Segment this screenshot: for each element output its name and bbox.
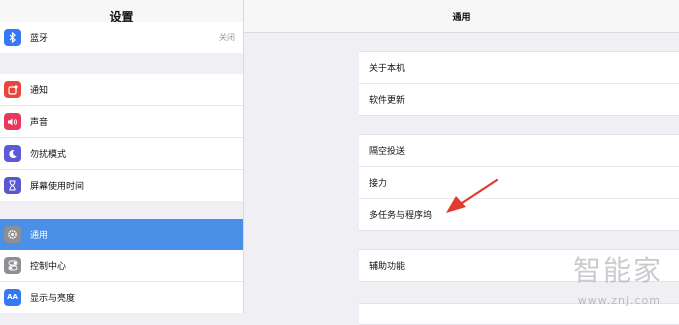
watermark-url: www.znj.com [577, 294, 661, 307]
watermark-logo: 智能家 [572, 254, 663, 287]
